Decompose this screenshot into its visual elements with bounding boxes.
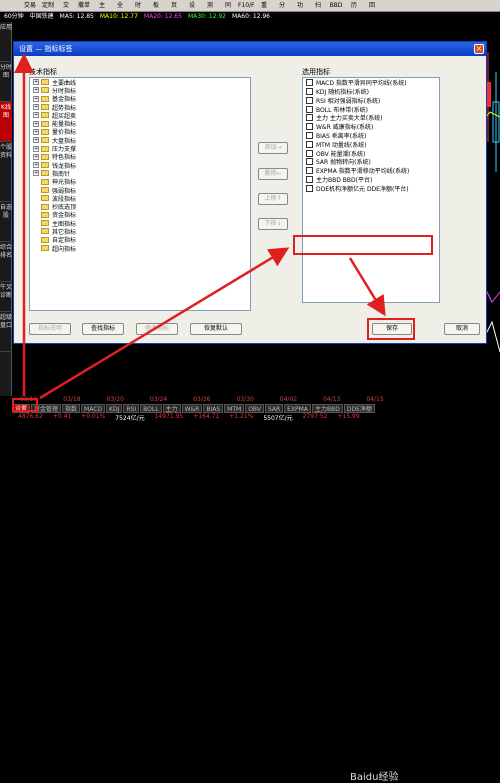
annotation-arrows xyxy=(13,53,386,400)
watermark: Baidu经验 xyxy=(350,772,399,783)
